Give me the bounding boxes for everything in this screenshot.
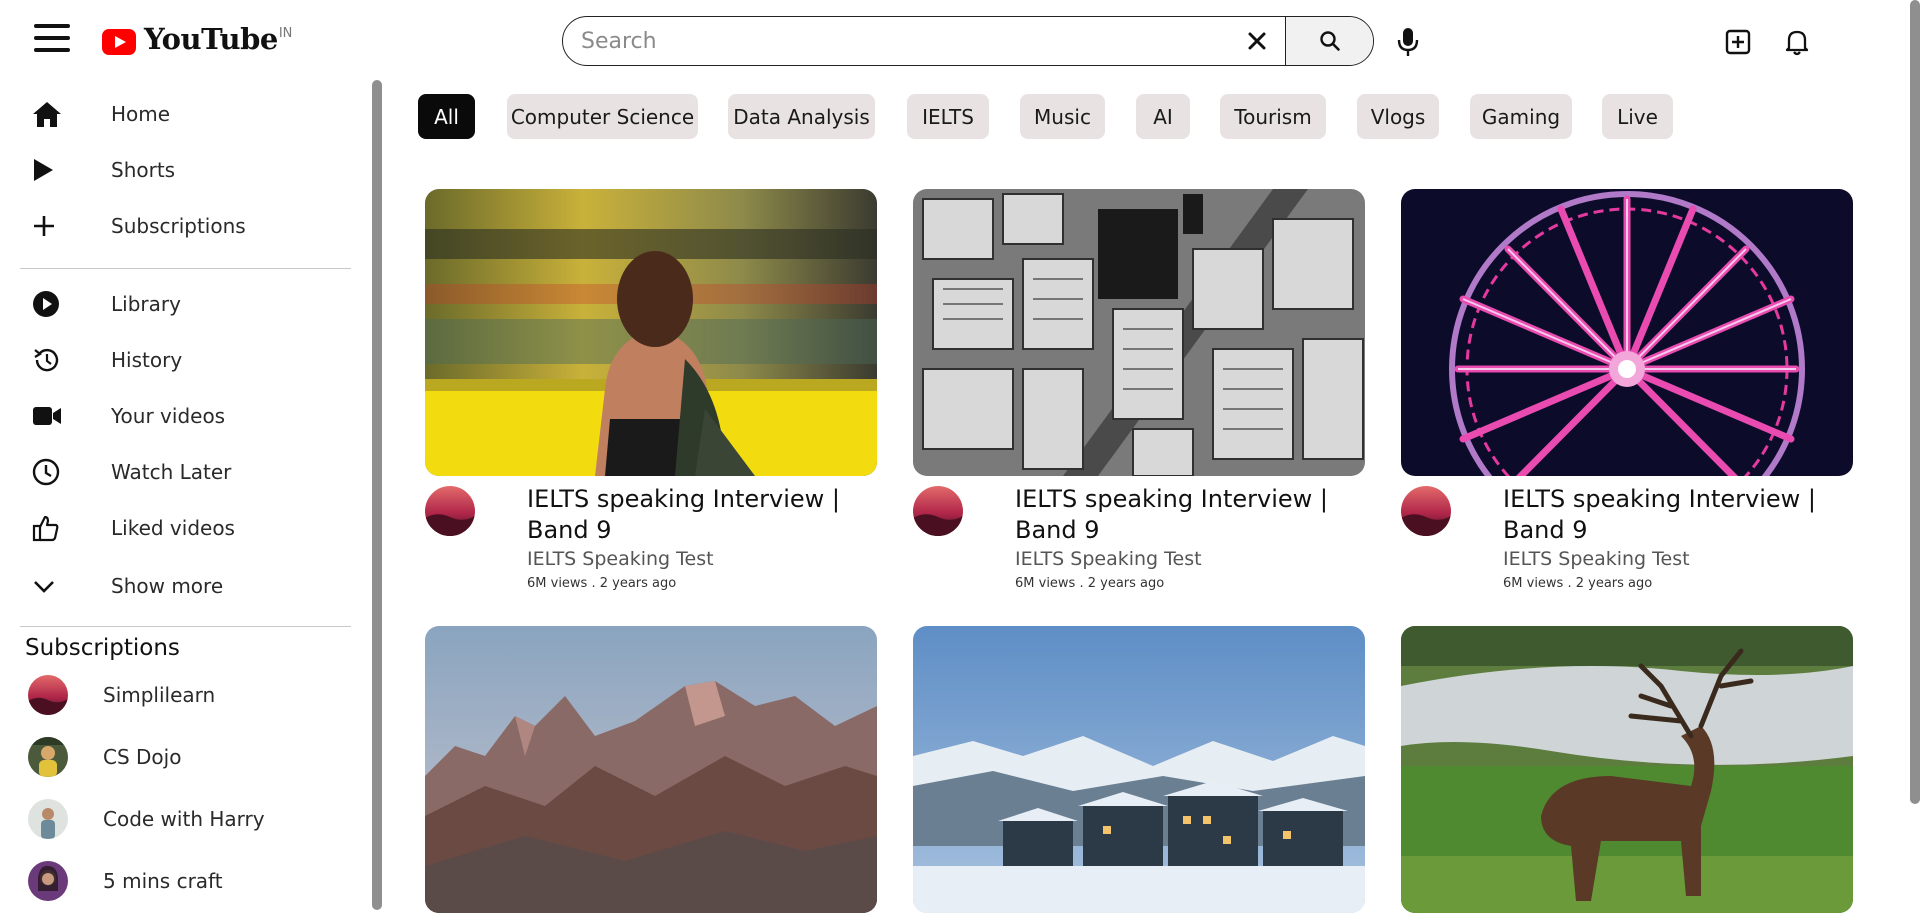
chip-music[interactable]: Music — [1020, 94, 1105, 139]
video-card[interactable]: IELTS speaking Interview | Band 9 IELTS … — [425, 189, 877, 596]
video-stats: 6M views . 2 years ago — [1015, 576, 1165, 591]
search-icon — [1319, 31, 1340, 51]
video-title[interactable]: IELTS speaking Interview | Band 9 — [1503, 484, 1853, 546]
sidebar-scrollbar[interactable] — [372, 80, 382, 910]
home-icon — [33, 102, 61, 127]
youtube-play-logo-icon — [102, 29, 136, 55]
country-code: IN — [278, 26, 293, 41]
sidebar-item-label: Show more — [111, 574, 224, 598]
sidebar-divider — [20, 268, 351, 269]
create-video-icon[interactable] — [1722, 26, 1754, 58]
video-thumbnail[interactable] — [1401, 189, 1853, 476]
sidebar-item-label: Your videos — [111, 404, 226, 428]
video-title[interactable]: IELTS speaking Interview | Band 9 — [527, 484, 877, 546]
sidebar: Home Shorts Subscriptions Library Histor… — [0, 84, 390, 922]
sidebar-item-watch-later[interactable]: Watch Later — [20, 448, 350, 496]
search-button[interactable] — [1285, 17, 1373, 65]
sidebar-item-label: Library — [111, 292, 181, 316]
avatar — [28, 861, 68, 901]
sidebar-item-shorts[interactable]: Shorts — [20, 146, 350, 194]
sidebar-item-label: Watch Later — [111, 460, 232, 484]
video-card[interactable] — [1401, 626, 1853, 913]
sidebar-item-subscriptions[interactable]: Subscriptions — [20, 202, 350, 250]
sidebar-item-label: History — [111, 348, 183, 372]
page-scrollbar[interactable] — [1910, 0, 1920, 804]
channel-avatar[interactable] — [425, 486, 475, 536]
channel-name[interactable]: IELTS Speaking Test — [527, 548, 714, 570]
chip-gaming[interactable]: Gaming — [1470, 94, 1572, 139]
video-title[interactable]: IELTS speaking Interview | Band 9 — [1015, 484, 1365, 546]
menu-icon[interactable] — [34, 22, 72, 54]
channel-avatar[interactable] — [913, 486, 963, 536]
subscriptions-heading: Subscriptions — [25, 635, 180, 661]
avatar — [28, 799, 68, 839]
clear-search-icon[interactable] — [1229, 17, 1285, 65]
video-stats: 6M views . 2 years ago — [1503, 576, 1653, 591]
sidebar-item-home[interactable]: Home — [20, 90, 350, 138]
clock-icon — [32, 458, 60, 486]
channel-name[interactable]: IELTS Speaking Test — [1503, 548, 1690, 570]
youtube-page: YouTube IN Search Home Shorts Subscripti… — [0, 0, 1920, 922]
chip-vlogs[interactable]: Vlogs — [1357, 94, 1439, 139]
chip-tourism[interactable]: Tourism — [1220, 94, 1326, 139]
subscription-item-code-with-harry[interactable]: Code with Harry — [28, 794, 358, 844]
sidebar-item-show-more[interactable]: Show more — [20, 562, 350, 610]
video-card[interactable] — [425, 626, 877, 913]
microphone-icon[interactable] — [1393, 25, 1423, 59]
chip-all[interactable]: All — [418, 94, 475, 139]
sidebar-item-label: Liked videos — [111, 516, 235, 540]
avatar — [28, 737, 68, 777]
sidebar-divider — [20, 626, 351, 627]
video-thumbnail[interactable] — [913, 626, 1365, 913]
subscription-name: CS Dojo — [103, 745, 182, 769]
subscription-item-cs-dojo[interactable]: CS Dojo — [28, 732, 358, 782]
subscription-name: Simplilearn — [103, 683, 216, 707]
chip-live[interactable]: Live — [1602, 94, 1673, 139]
sidebar-item-label: Home — [111, 102, 171, 126]
thumbs-up-icon — [32, 515, 59, 542]
plus-icon — [34, 216, 54, 236]
sidebar-item-liked-videos[interactable]: Liked videos — [20, 504, 350, 552]
sidebar-item-your-videos[interactable]: Your videos — [20, 392, 350, 440]
chevron-down-icon — [34, 581, 54, 593]
sidebar-item-library[interactable]: Library — [20, 280, 350, 328]
channel-avatar[interactable] — [1401, 486, 1451, 536]
video-card[interactable]: IELTS speaking Interview | Band 9 IELTS … — [913, 189, 1365, 596]
chip-ielts[interactable]: IELTS — [907, 94, 989, 139]
video-card[interactable]: IELTS speaking Interview | Band 9 IELTS … — [1401, 189, 1853, 596]
chip-computer-science[interactable]: Computer Science — [507, 94, 698, 139]
top-header: YouTube IN — [0, 0, 1920, 84]
video-camera-icon — [33, 407, 61, 425]
sidebar-item-label: Shorts — [111, 158, 176, 182]
search-bar — [562, 16, 1374, 66]
sidebar-item-history[interactable]: History — [20, 336, 350, 384]
video-thumbnail[interactable] — [1401, 626, 1853, 913]
subscription-name: Code with Harry — [103, 807, 265, 831]
chip-data-analysis[interactable]: Data Analysis — [728, 94, 875, 139]
video-thumbnail[interactable] — [913, 189, 1365, 476]
notifications-bell-icon[interactable] — [1781, 26, 1813, 58]
subscription-item-simplilearn[interactable]: Simplilearn — [28, 670, 358, 720]
subscription-item-5-mins-craft[interactable]: 5 mins craft — [28, 856, 358, 906]
chip-ai[interactable]: AI — [1136, 94, 1190, 139]
channel-name[interactable]: IELTS Speaking Test — [1015, 548, 1202, 570]
video-card[interactable] — [913, 626, 1365, 913]
youtube-logo[interactable]: YouTube IN — [102, 22, 292, 62]
history-icon — [34, 348, 59, 372]
sidebar-item-label: Subscriptions — [111, 214, 246, 238]
video-stats: 6M views . 2 years ago — [527, 576, 677, 591]
search-input[interactable] — [563, 17, 1229, 65]
library-play-icon — [33, 291, 59, 317]
logo-text: YouTube — [144, 22, 278, 56]
avatar — [28, 675, 68, 715]
shorts-play-icon — [34, 159, 53, 181]
video-thumbnail[interactable] — [425, 626, 877, 913]
video-thumbnail[interactable] — [425, 189, 877, 476]
subscription-name: 5 mins craft — [103, 869, 223, 893]
